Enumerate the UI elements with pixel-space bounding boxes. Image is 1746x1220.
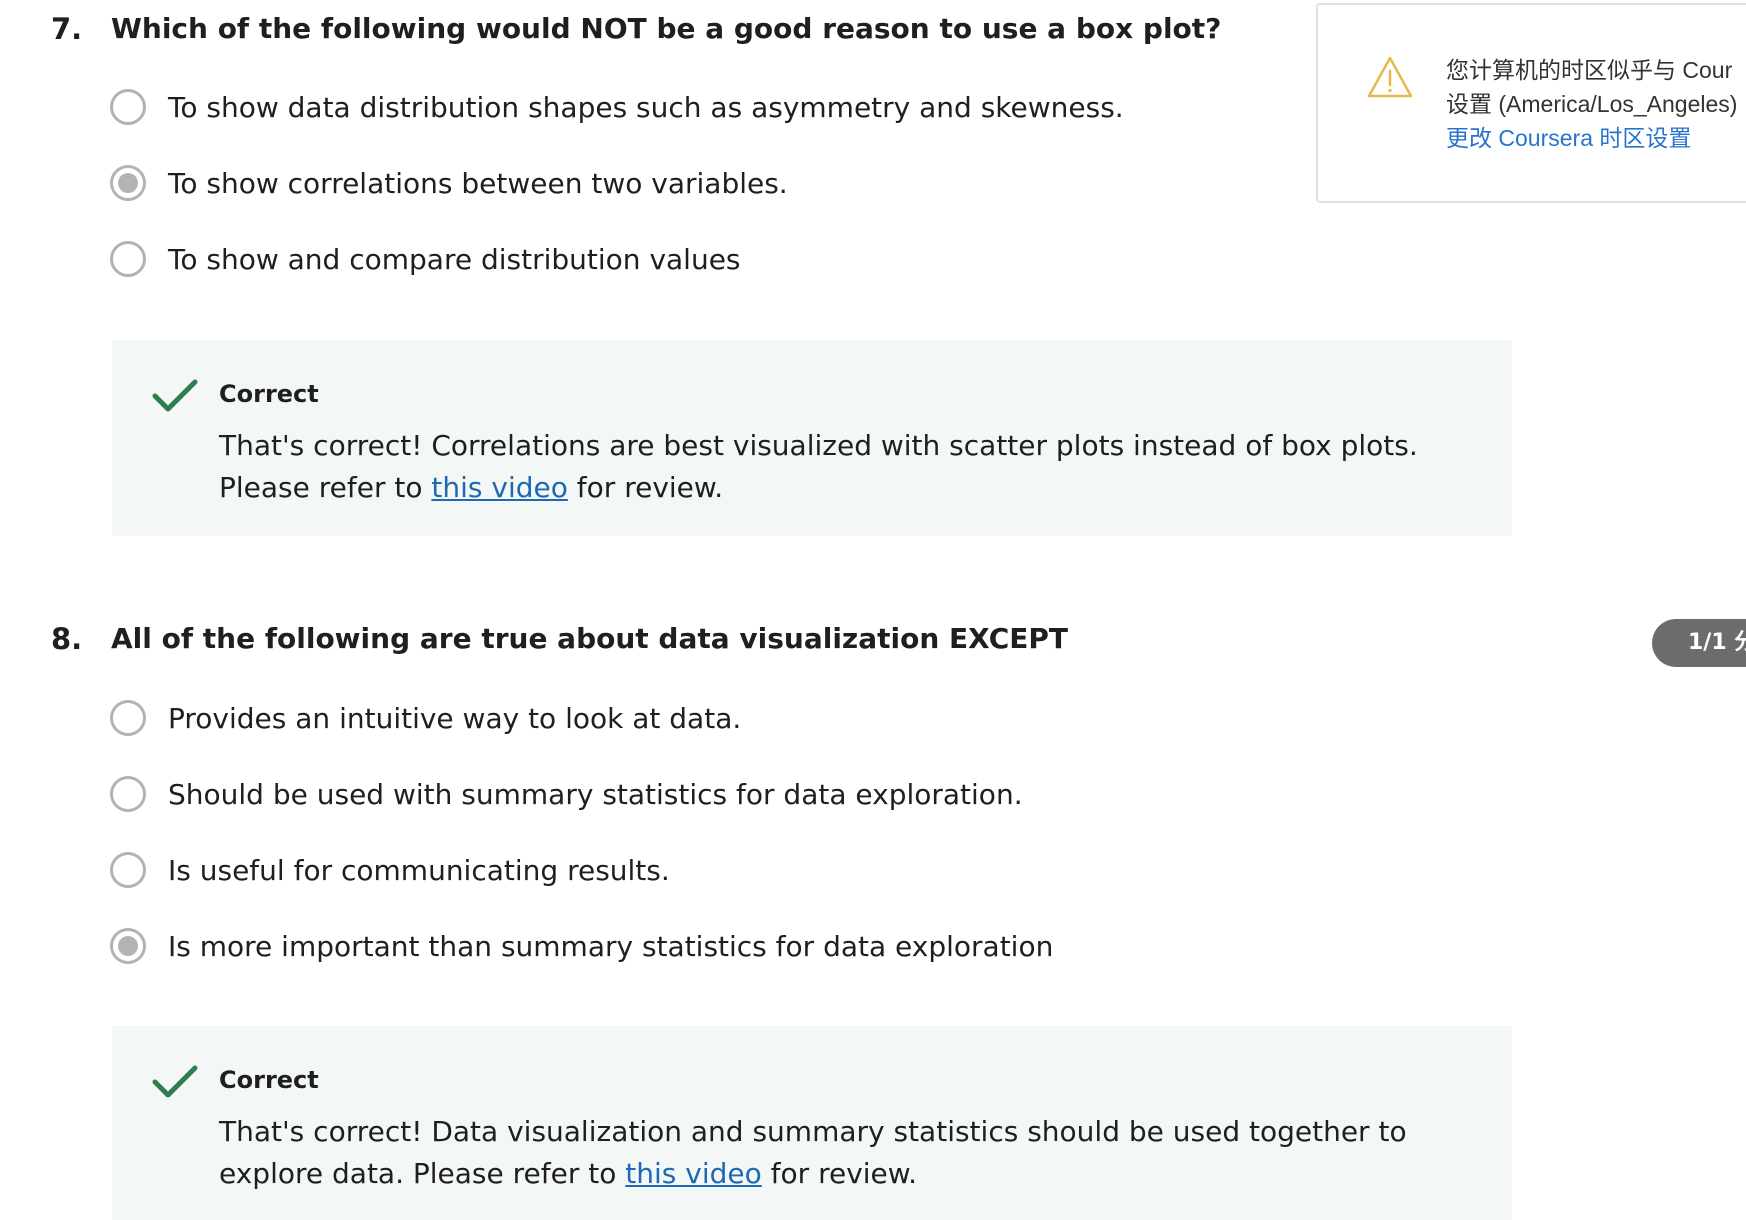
option-label: To show data distribution shapes such as… (168, 90, 1124, 124)
checkmark-icon (152, 1065, 198, 1098)
timezone-banner: 您计算机的时区似乎与 Cour 设置 (America/Los_Angeles)… (1316, 3, 1746, 203)
option-label: Is more important than summary statistic… (168, 929, 1054, 963)
feedback-text: That's correct! Correlations are best vi… (219, 425, 1469, 509)
radio-button[interactable] (110, 700, 146, 736)
option-radio[interactable]: To show and compare distribution values (110, 237, 741, 281)
radio-button[interactable] (110, 852, 146, 888)
question-text: All of the following are true about data… (111, 622, 1069, 655)
checkmark-icon (152, 379, 198, 412)
radio-button[interactable] (110, 241, 146, 277)
option-radio[interactable]: To show correlations between two variabl… (110, 161, 788, 205)
feedback-text-before: That's correct! Correlations are best vi… (219, 429, 1418, 504)
option-label: Should be used with summary statistics f… (168, 777, 1023, 811)
option-radio[interactable]: Provides an intuitive way to look at dat… (110, 696, 741, 740)
timezone-message: 您计算机的时区似乎与 Cour 设置 (America/Los_Angeles) (1446, 53, 1737, 121)
option-label: To show and compare distribution values (168, 242, 741, 276)
timezone-message-line1: 您计算机的时区似乎与 Cour (1446, 57, 1733, 83)
video-link[interactable]: this video (625, 1157, 761, 1190)
option-label: Is useful for communicating results. (168, 853, 670, 887)
option-radio[interactable]: Is more important than summary statistic… (110, 924, 1053, 968)
video-link[interactable]: this video (431, 471, 567, 504)
question-number: 8. (51, 622, 83, 656)
feedback-panel: Correct That's correct! Data visualizati… (112, 1026, 1512, 1220)
radio-button[interactable] (110, 89, 146, 125)
radio-button-selected[interactable] (110, 165, 146, 201)
option-label: Provides an intuitive way to look at dat… (168, 701, 742, 735)
option-radio[interactable]: Is useful for communicating results. (110, 848, 670, 892)
feedback-title: Correct (219, 380, 319, 408)
feedback-text: That's correct! Data visualization and s… (219, 1111, 1469, 1195)
feedback-panel: Correct That's correct! Correlations are… (112, 340, 1512, 536)
radio-button-selected[interactable] (110, 928, 146, 964)
change-timezone-link[interactable]: 更改 Coursera 时区设置 (1446, 121, 1691, 155)
question-text: Which of the following would NOT be a go… (111, 12, 1222, 45)
timezone-message-line2: 设置 (America/Los_Angeles) (1446, 91, 1738, 117)
warning-icon (1367, 56, 1413, 98)
question-number: 7. (51, 12, 83, 46)
option-label: To show correlations between two variabl… (168, 166, 788, 200)
feedback-title: Correct (219, 1066, 319, 1094)
option-radio[interactable]: Should be used with summary statistics f… (110, 772, 1023, 816)
option-radio[interactable]: To show data distribution shapes such as… (110, 85, 1124, 129)
feedback-text-after: for review. (761, 1157, 917, 1190)
radio-button[interactable] (110, 776, 146, 812)
score-badge: 1/1 分 (1652, 619, 1746, 667)
feedback-text-after: for review. (567, 471, 724, 504)
